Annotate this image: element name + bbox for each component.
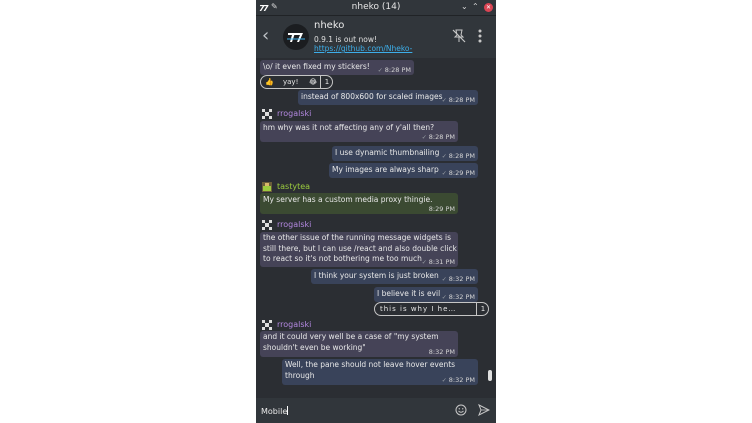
message-time: ✓ 8:29 PM (441, 169, 475, 177)
user-avatar[interactable] (262, 320, 272, 330)
user-avatar[interactable] (262, 109, 272, 119)
message-time: ✓ 8:28 PM (441, 96, 475, 104)
user-avatar[interactable] (262, 182, 272, 192)
back-icon[interactable]: ‹ (262, 25, 269, 46)
maximize-icon[interactable]: ⌃ (472, 2, 479, 11)
message-bubble[interactable]: I believe it is evil ✓ 8:32 PM (374, 287, 478, 302)
room-topic: 0.9.1 is out now! https://github.com/Nhe… (314, 35, 434, 53)
minimize-icon[interactable]: ⌄ (461, 2, 468, 11)
timeline[interactable]: \o/ it even fixed my stickers! ✓ 8:28 PM … (256, 58, 496, 396)
message-input[interactable]: Mobile (261, 406, 289, 416)
message-bubble[interactable]: I think your system is just broken ✓ 8:32… (311, 269, 478, 284)
message-text: My server has a custom media proxy thing… (263, 195, 433, 204)
message-time: ✓ 8:28 PM (377, 66, 411, 74)
title-bar: 7 7 ✎ nheko (14) ⌄ ⌃ ✕ (256, 0, 496, 16)
laughing-emoji-icon: 😂 (309, 78, 318, 86)
sender-name[interactable]: tastytea (277, 182, 310, 191)
room-header: ‹ nheko 0.9.1 is out now! https://github… (256, 16, 496, 58)
message-text: and it could very well be a case of "my … (263, 332, 439, 352)
message-bubble[interactable]: the other issue of the running message w… (260, 232, 458, 267)
message-text: My images are always sharp (332, 165, 439, 174)
message-bubble[interactable]: I use dynamic thumbnailing ✓ 8:28 PM (332, 146, 478, 161)
app-window: 7 7 ✎ nheko (14) ⌄ ⌃ ✕ ‹ nheko 0.9.1 is … (256, 0, 496, 423)
user-avatar[interactable] (262, 220, 272, 230)
reaction-count: 1 (320, 76, 332, 88)
reaction-text: yay! (283, 78, 299, 86)
message-time: 8:29 PM (428, 205, 455, 213)
reaction-pill[interactable]: this is why I he… 1 (374, 302, 489, 316)
message-text: I believe it is evil (377, 289, 441, 298)
message-bubble[interactable]: \o/ it even fixed my stickers! ✓ 8:28 PM (260, 60, 414, 75)
window-title: nheko (14) (351, 2, 401, 12)
message-text: \o/ it even fixed my stickers! (263, 62, 370, 71)
message-text: Well, the pane should not leave hover ev… (285, 360, 456, 380)
topic-text: 0.9.1 is out now! (314, 35, 377, 44)
reaction-count: 1 (476, 303, 488, 315)
message-time: ✓ 8:31 PM (421, 258, 455, 266)
reaction-text: this is why I he… (380, 305, 457, 313)
reaction-pill[interactable]: 👍 yay! 😂 1 (260, 75, 333, 89)
sender-name[interactable]: rrogalski (277, 220, 311, 229)
emoji-icon[interactable] (455, 404, 467, 416)
room-avatar[interactable] (283, 24, 309, 50)
message-bubble[interactable]: My server has a custom media proxy thing… (260, 193, 458, 214)
message-time: ✓ 8:32 PM (441, 376, 475, 384)
message-text: hm why was it not affecting any of y'all… (263, 123, 435, 132)
message-bubble[interactable]: and it could very well be a case of "my … (260, 331, 458, 357)
message-bubble[interactable]: hm why was it not affecting any of y'all… (260, 121, 458, 142)
message-time: ✓ 8:28 PM (421, 133, 455, 141)
message-time: 8:32 PM (428, 348, 455, 356)
message-bubble[interactable]: My images are always sharp ✓ 8:29 PM (329, 163, 478, 178)
send-icon[interactable] (478, 404, 490, 416)
thumbs-up-icon: 👍 (265, 78, 274, 86)
message-text: instead of 800x600 for scaled images (301, 92, 443, 101)
room-name: nheko (314, 20, 345, 31)
message-time: ✓ 8:32 PM (441, 275, 475, 283)
sender-name[interactable]: rrogalski (277, 109, 311, 118)
message-text: I use dynamic thumbnailing (335, 148, 440, 157)
message-text: I think your system is just broken (314, 271, 439, 280)
message-composer: Mobile (256, 398, 496, 423)
message-time: ✓ 8:28 PM (441, 152, 475, 160)
topic-link[interactable]: https://github.com/Nheko-Reborn/ (314, 44, 412, 53)
more-vertical-icon[interactable] (477, 28, 483, 44)
message-bubble[interactable]: instead of 800x600 for scaled images ✓ 8:… (298, 90, 478, 105)
sender-name[interactable]: rrogalski (277, 320, 311, 329)
close-icon[interactable]: ✕ (484, 3, 493, 12)
nheko-logo-icon (287, 33, 305, 42)
timeline-scrollbar[interactable] (488, 370, 492, 381)
message-bubble[interactable]: Well, the pane should not leave hover ev… (282, 359, 478, 385)
pin-off-icon[interactable] (451, 28, 467, 44)
